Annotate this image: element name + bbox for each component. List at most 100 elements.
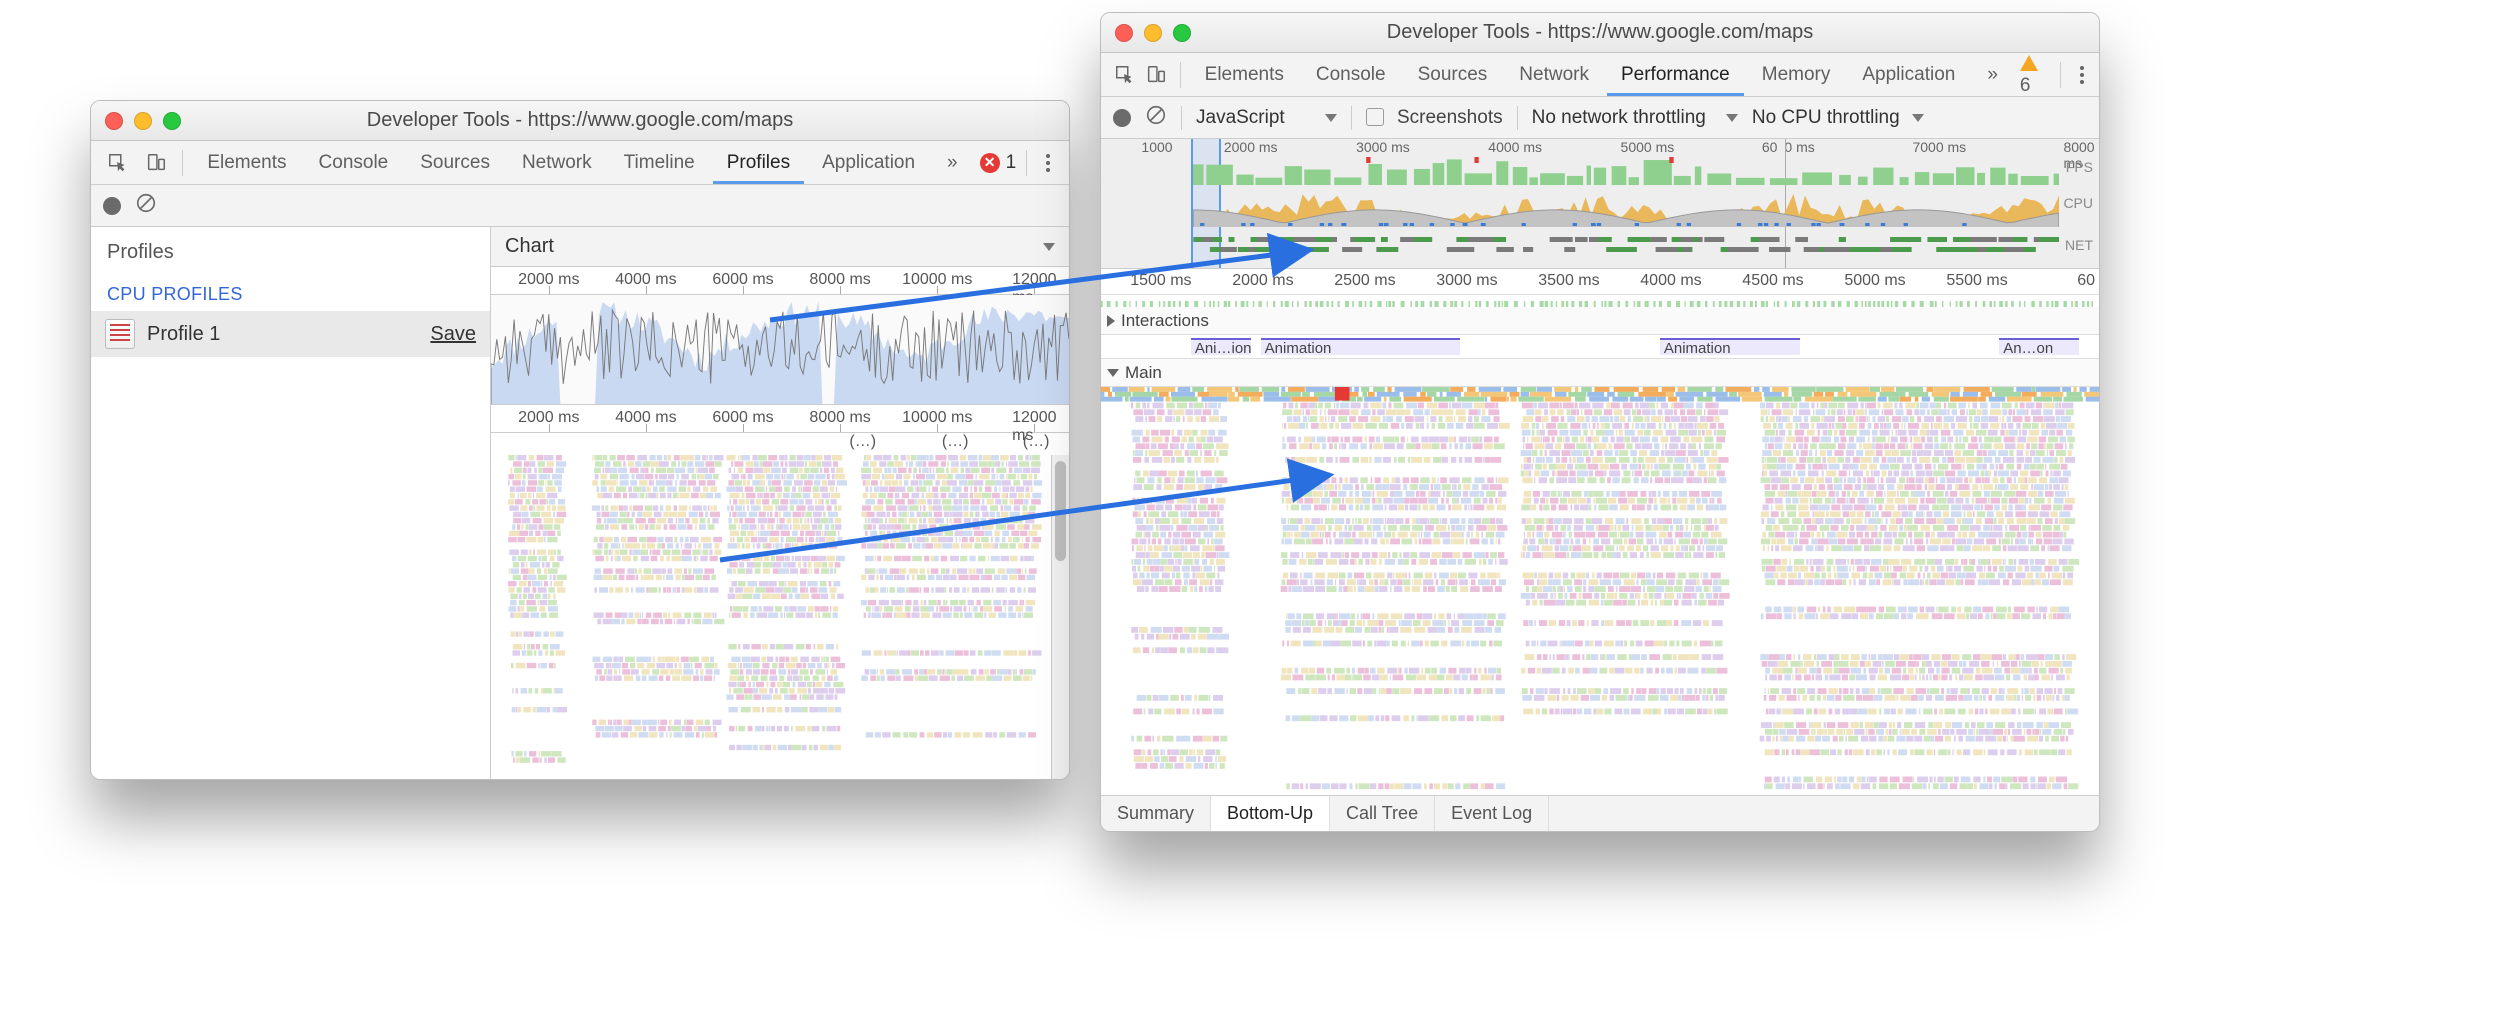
tab-timeline[interactable]: Timeline: [610, 141, 709, 184]
tab-elements[interactable]: Elements: [1191, 53, 1298, 96]
inspect-element-icon[interactable]: [101, 146, 135, 180]
kebab-menu-icon[interactable]: [1037, 152, 1059, 174]
frames-strip: [1101, 295, 2099, 307]
performance-overview[interactable]: 1000 2000 ms3000 ms4000 ms5000 ms600 ms7…: [1101, 139, 2099, 269]
tab-network[interactable]: Network: [508, 141, 606, 184]
scrollbar-thumb[interactable]: [1055, 461, 1066, 561]
profile-view-select-label: Chart: [505, 235, 554, 258]
tab-application[interactable]: Application: [1848, 53, 1969, 96]
divider: [1026, 150, 1027, 176]
record-button[interactable]: [103, 197, 121, 215]
overview-row-cpu: [1193, 187, 2059, 227]
detail-tab-call-tree[interactable]: Call Tree: [1330, 796, 1435, 831]
overview-label-cpu: CPU: [2063, 195, 2093, 211]
checkbox-icon: [1366, 108, 1384, 126]
titlebar[interactable]: Developer Tools - https://www.google.com…: [1101, 13, 2099, 53]
sidebar-section-label: CPU PROFILES: [91, 278, 490, 311]
flame-time-ruler[interactable]: 2000 ms4000 ms6000 ms8000 ms10000 ms1200…: [491, 405, 1069, 433]
error-badge[interactable]: ✕ 1: [980, 152, 1017, 174]
record-button[interactable]: [1113, 109, 1131, 127]
profile-view-select[interactable]: Chart: [491, 227, 1069, 267]
warning-triangle-icon: [2020, 55, 2038, 71]
tab-console[interactable]: Console: [305, 141, 403, 184]
capture-category-label: JavaScript: [1196, 107, 1285, 129]
tab-elements[interactable]: Elements: [193, 141, 300, 184]
warning-count: 6: [2020, 75, 2031, 96]
tab-profiles[interactable]: Profiles: [713, 141, 804, 184]
main-lane-header[interactable]: Main: [1101, 359, 2099, 387]
performance-toolbar: JavaScript Screenshots No network thrott…: [1101, 97, 2099, 139]
close-window-button[interactable]: [105, 112, 123, 130]
zoom-window-button[interactable]: [1173, 24, 1191, 42]
chevron-down-icon: [1726, 114, 1738, 122]
profiles-toolbar: [91, 185, 1069, 227]
divider: [1180, 62, 1181, 88]
zoom-window-button[interactable]: [163, 112, 181, 130]
warning-badge[interactable]: 6: [2020, 53, 2051, 97]
kebab-menu-icon[interactable]: [2071, 64, 2089, 86]
divider: [1181, 106, 1182, 130]
network-throttling-select[interactable]: No network throttling: [1532, 107, 1738, 129]
toggle-device-icon[interactable]: [1142, 58, 1169, 92]
overview-time-ruler[interactable]: 1000 2000 ms3000 ms4000 ms5000 ms600 ms7…: [1101, 139, 2099, 157]
cpu-overview-chart[interactable]: [491, 295, 1069, 405]
divider: [1351, 106, 1352, 130]
error-count: 1: [1006, 152, 1017, 174]
save-profile-link[interactable]: Save: [430, 323, 476, 346]
overview-row-fps: [1193, 157, 2059, 185]
profile-document-icon: [105, 319, 135, 349]
minimize-window-button[interactable]: [134, 112, 152, 130]
interactions-lane[interactable]: Ani…ion Animation Animation An…on: [1101, 335, 2099, 359]
toggle-device-icon[interactable]: [139, 146, 173, 180]
profiles-sidebar: Profiles CPU PROFILES Profile 1 Save: [91, 227, 491, 779]
overview-row-net: [1193, 231, 2059, 261]
profile-name: Profile 1: [147, 323, 220, 346]
screenshots-checkbox[interactable]: Screenshots: [1366, 107, 1503, 129]
tab-performance[interactable]: Performance: [1607, 53, 1744, 96]
detail-tab-event-log[interactable]: Event Log: [1435, 796, 1549, 831]
divider: [2060, 62, 2061, 88]
chevron-down-icon: [1912, 114, 1924, 122]
vertical-scrollbar[interactable]: [1051, 455, 1069, 779]
traffic-lights: [1115, 24, 1191, 42]
close-window-button[interactable]: [1115, 24, 1133, 42]
animation-block[interactable]: An…on: [1999, 338, 2079, 355]
detail-tabs: Summary Bottom-Up Call Tree Event Log: [1101, 795, 2099, 831]
tabs-overflow[interactable]: »: [1973, 53, 2012, 96]
animation-block[interactable]: Animation: [1660, 338, 1800, 355]
tab-console[interactable]: Console: [1302, 53, 1400, 96]
divider: [1517, 106, 1518, 130]
tab-sources[interactable]: Sources: [1404, 53, 1502, 96]
network-throttling-label: No network throttling: [1532, 107, 1706, 129]
clear-button[interactable]: [135, 192, 157, 220]
titlebar[interactable]: Developer Tools - https://www.google.com…: [91, 101, 1069, 141]
tab-network[interactable]: Network: [1505, 53, 1603, 96]
overview-time-ruler[interactable]: 2000 ms4000 ms6000 ms8000 ms10000 ms1200…: [491, 267, 1069, 295]
overview-label-fps: FPS: [2066, 159, 2093, 175]
detail-tab-summary[interactable]: Summary: [1101, 796, 1211, 831]
main-flame-chart[interactable]: [1101, 387, 2099, 795]
animation-block[interactable]: Animation: [1261, 338, 1461, 355]
tab-sources[interactable]: Sources: [406, 141, 504, 184]
tab-memory[interactable]: Memory: [1748, 53, 1845, 96]
clear-button[interactable]: [1145, 104, 1167, 132]
interactions-lane-header[interactable]: Interactions: [1101, 307, 2099, 335]
tab-application[interactable]: Application: [808, 141, 929, 184]
detail-tab-bottom-up[interactable]: Bottom-Up: [1211, 796, 1330, 831]
chevron-down-icon: [1325, 114, 1337, 122]
capture-category-select[interactable]: JavaScript: [1196, 107, 1337, 129]
detail-time-ruler[interactable]: 1500 ms2000 ms2500 ms3000 ms3500 ms4000 …: [1101, 269, 2099, 295]
profile-row[interactable]: Profile 1 Save: [91, 311, 490, 357]
profile-main: Chart 2000 ms4000 ms6000 ms8000 ms10000 …: [491, 227, 1069, 779]
screenshots-label: Screenshots: [1397, 107, 1503, 128]
overview-ruler-left-trunc: 1000: [1141, 139, 1172, 155]
minimize-window-button[interactable]: [1144, 24, 1162, 42]
animation-block[interactable]: Ani…ion: [1191, 338, 1251, 355]
window-title: Developer Tools - https://www.google.com…: [1101, 21, 2099, 44]
cpu-throttling-select[interactable]: No CPU throttling: [1752, 107, 1924, 129]
tabs-overflow[interactable]: »: [933, 141, 972, 184]
panel-tabstrip: Elements Console Sources Network Perform…: [1101, 53, 2099, 97]
flame-chart[interactable]: [491, 455, 1051, 779]
inspect-element-icon[interactable]: [1111, 58, 1138, 92]
disclosure-down-icon: [1107, 369, 1119, 377]
